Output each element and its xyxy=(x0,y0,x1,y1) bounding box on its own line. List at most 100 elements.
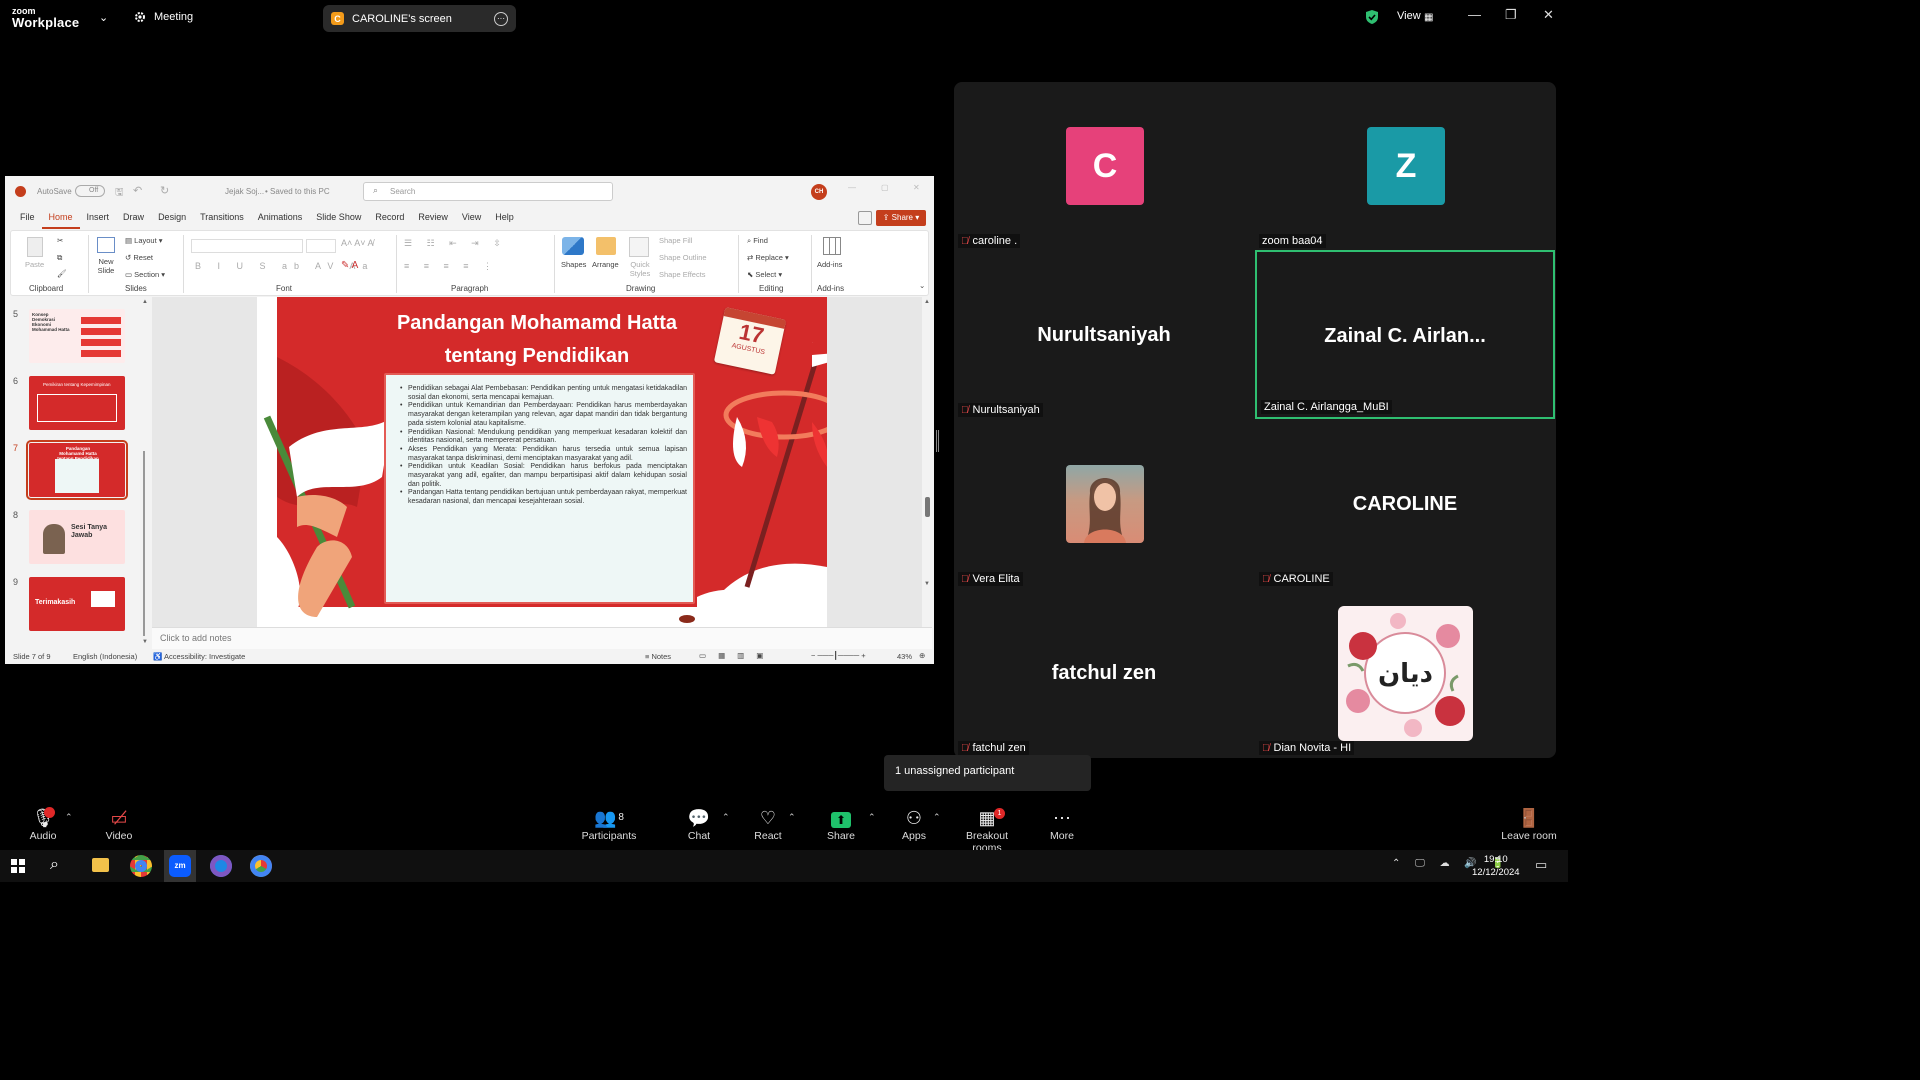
slide-canvas[interactable]: Pandangan Mohamamd Hatta tentang Pendidi… xyxy=(257,297,827,627)
slide-thumbnail[interactable]: Terimakasih xyxy=(29,577,125,631)
tab-draw[interactable]: Draw xyxy=(116,209,151,229)
search-icon[interactable]: ⌕ xyxy=(50,856,59,874)
find-button[interactable]: ⌕ Find xyxy=(747,236,768,246)
share-button[interactable]: ⬆ Share xyxy=(825,806,857,842)
new-slide-icon[interactable] xyxy=(97,237,115,253)
layout-button[interactable]: ▤ Layout ▾ xyxy=(125,236,163,245)
replace-button[interactable]: ⇄ Replace ▾ xyxy=(747,253,789,262)
breakout-rooms-button[interactable]: ▦ 1 Breakout rooms xyxy=(952,806,1022,854)
quick-styles-icon[interactable] xyxy=(629,237,649,257)
arrange-icon[interactable] xyxy=(596,237,616,255)
collapse-ribbon-icon[interactable]: ⌄ xyxy=(919,281,925,290)
more-button[interactable]: ⋯ More xyxy=(1048,806,1076,842)
participant-tile[interactable]: Nurultsaniyah 🎙̸ Nurultsaniyah xyxy=(954,251,1254,420)
tab-insert[interactable]: Insert xyxy=(80,209,117,229)
zoom-level[interactable]: 43% xyxy=(897,652,912,661)
ppt-close-icon[interactable]: ✕ xyxy=(913,183,920,192)
participant-tile-active-speaker[interactable]: Zainal C. Airlan... Zainal C. Airlangga_… xyxy=(1255,250,1555,419)
language-indicator[interactable]: English (Indonesia) xyxy=(73,652,137,661)
file-name[interactable]: Jejak Soj... xyxy=(225,187,264,196)
comments-icon[interactable] xyxy=(858,211,872,225)
select-button[interactable]: ⬉ Select ▾ xyxy=(747,270,782,279)
react-button[interactable]: ♡ React xyxy=(752,806,784,842)
ppt-restore-icon[interactable]: ▢ xyxy=(881,183,889,192)
view-mode-icons[interactable]: ▭▦▥▣ xyxy=(699,651,775,660)
react-options-caret[interactable]: ⌃ xyxy=(788,812,796,823)
system-clock[interactable]: 19:10 12/12/2024 xyxy=(1472,853,1520,879)
accessibility-status[interactable]: ♿ Accessibility: Investigate xyxy=(153,652,245,661)
tab-design[interactable]: Design xyxy=(151,209,193,229)
font-family-select[interactable] xyxy=(191,239,303,253)
reset-button[interactable]: ↺ Reset xyxy=(125,253,153,262)
tab-file[interactable]: File xyxy=(13,209,42,229)
participant-tile[interactable]: CAROLINE 🎙̸ CAROLINE xyxy=(1255,420,1555,589)
user-avatar[interactable]: CH xyxy=(811,184,827,200)
slide-thumbnail-selected[interactable]: Pandangan Mohamamd Hatta tentang Pendidi… xyxy=(26,440,128,500)
apps-options-caret[interactable]: ⌃ xyxy=(933,812,941,823)
security-shield-icon[interactable] xyxy=(1365,9,1379,25)
minimize-icon[interactable]: — xyxy=(1468,7,1481,22)
shapes-icon[interactable] xyxy=(562,237,584,255)
zoom-slider[interactable]: − ───┃──── + xyxy=(811,651,866,660)
participants-button[interactable]: 👥 8 Participants xyxy=(580,806,638,842)
participant-tile[interactable]: ديان 🎙̸ Dian Novita - HI xyxy=(1255,589,1555,758)
tab-help[interactable]: Help xyxy=(488,209,521,229)
participant-tile[interactable]: Z zoom baa04 xyxy=(1255,82,1555,251)
copy-icon[interactable]: ⧉ xyxy=(57,253,62,263)
slide-content-box[interactable]: Pendidikan sebagai Alat Pembebasan: Pend… xyxy=(384,373,695,604)
chrome-profile-icon[interactable] xyxy=(250,855,272,877)
slide-thumbnail[interactable]: Pemikiran tentang Kepemimpinan xyxy=(29,376,125,430)
tab-view[interactable]: View xyxy=(455,209,488,229)
audio-button[interactable]: 🎙 Audio xyxy=(26,806,60,842)
screen-share-pill[interactable]: C CAROLINE's screen ··· xyxy=(323,5,516,32)
font-size-select[interactable] xyxy=(306,239,336,253)
slide-thumbnail[interactable]: Konsep Demokrasi Ekonomi Mohammad Hatta xyxy=(29,309,125,363)
tab-record[interactable]: Record xyxy=(368,209,411,229)
video-button[interactable]: ▭̸ Video xyxy=(102,806,136,842)
autosave-toggle[interactable]: Off xyxy=(75,185,105,197)
chevron-down-icon[interactable]: ⌄ xyxy=(99,11,108,24)
undo-icon[interactable]: ↶ xyxy=(133,184,142,197)
chrome-icon[interactable] xyxy=(130,855,152,877)
audio-options-caret[interactable]: ⌃ xyxy=(65,812,73,823)
chat-options-caret[interactable]: ⌃ xyxy=(722,812,730,823)
participant-tile[interactable]: C 🎙̸ caroline . xyxy=(954,82,1254,251)
app-icon[interactable] xyxy=(210,855,232,877)
meeting-menu[interactable]: Meeting xyxy=(133,10,193,24)
cut-icon[interactable]: ✂ xyxy=(57,236,63,245)
restore-icon[interactable]: ❐ xyxy=(1505,7,1517,23)
ppt-share-button[interactable]: ⇪ Share ▾ xyxy=(876,210,926,226)
view-menu[interactable]: View xyxy=(1397,10,1421,22)
grid-view-icon[interactable]: ▦ xyxy=(1424,12,1433,23)
tab-home[interactable]: Home xyxy=(41,209,80,229)
save-icon[interactable]: 🖫 xyxy=(115,185,124,202)
tab-slide-show[interactable]: Slide Show xyxy=(309,209,368,229)
participant-tile[interactable]: fatchul zen 🎙̸ fatchul zen xyxy=(954,589,1254,758)
tab-review[interactable]: Review xyxy=(411,209,455,229)
align-icons[interactable]: ≡ ≡ ≡ ≡ ⋮ xyxy=(404,261,498,272)
notification-icon[interactable]: ▭ xyxy=(1535,857,1547,873)
notes-toggle[interactable]: ≡ Notes xyxy=(645,652,671,661)
paste-icon[interactable] xyxy=(27,237,43,257)
format-painter-icon[interactable]: 🖌 xyxy=(57,269,67,278)
apps-button[interactable]: ⚇ Apps xyxy=(899,806,929,842)
slide-scrollbar[interactable]: ▲ ▼ xyxy=(924,299,930,619)
font-color-icon[interactable]: ✎ A xyxy=(341,260,358,271)
ppt-search-input[interactable]: Search xyxy=(363,182,613,201)
split-drag-handle[interactable] xyxy=(936,430,939,452)
more-options-icon[interactable]: ··· xyxy=(494,11,508,26)
notes-input[interactable]: Click to add notes xyxy=(152,627,932,649)
tab-animations[interactable]: Animations xyxy=(251,209,310,229)
file-explorer-icon[interactable] xyxy=(92,858,109,872)
close-icon[interactable]: ✕ xyxy=(1543,7,1554,23)
ppt-minimize-icon[interactable]: — xyxy=(848,183,856,192)
section-button[interactable]: ▭ Section ▾ xyxy=(125,270,165,279)
participant-tile[interactable]: 🎙̸ Vera Elita xyxy=(954,420,1254,589)
list-icons[interactable]: ☰ ☷ ⇤ ⇥ ⇳ xyxy=(404,238,507,249)
slide-thumbnail[interactable]: Sesi Tanya Jawab xyxy=(29,510,125,564)
zoom-taskbar-active[interactable]: zm xyxy=(164,850,196,882)
chat-button[interactable]: 💬 Chat xyxy=(684,806,714,842)
leave-room-button[interactable]: 🚪 Leave room xyxy=(1500,806,1558,842)
redo-icon[interactable]: ↻ xyxy=(160,184,169,197)
font-size-icons[interactable]: A˄ A˅ A̸ xyxy=(341,238,374,248)
